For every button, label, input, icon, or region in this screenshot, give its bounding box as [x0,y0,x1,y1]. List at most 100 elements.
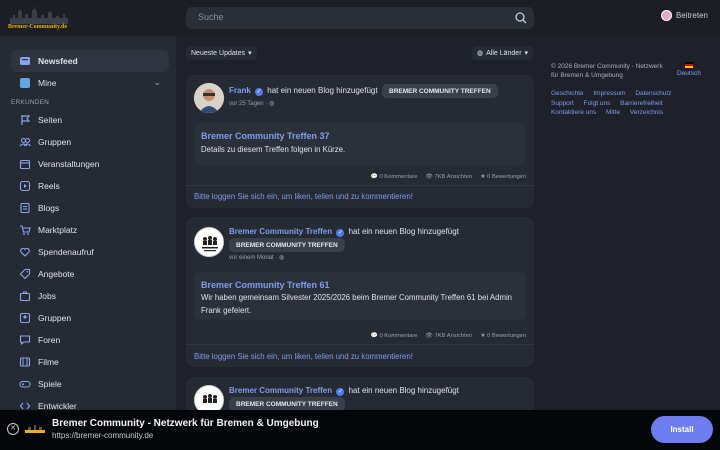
reel-icon [19,180,31,192]
sidebar-item-label: Angebote [38,269,75,279]
search-bar[interactable]: Suche [186,7,534,29]
ratings-stat: ★ 0 Bewertungen [480,333,526,339]
footer-link[interactable]: Datenschutz [635,89,671,99]
footer-link[interactable]: Geschichte [551,89,584,99]
globe-icon: ◍ [268,101,275,107]
group-logo-icon [195,228,223,256]
sidebar-item-label: Veranstaltungen [38,159,100,169]
sidebar-item-label: Marktplatz [38,225,78,235]
comments-count: 0 Kommentare [379,333,418,339]
sidebar-item-label: Mine [38,78,57,88]
category-tag[interactable]: BREMER COMMUNITY TREFFEN [229,238,345,252]
sidebar-item-entwickler[interactable]: Entwickler [11,395,169,410]
category-tag[interactable]: BREMER COMMUNITY TREFFEN [382,84,498,98]
post-stats: 💬 0 Kommentare 👁 7KB Ansichten ★ 0 Bewer… [371,174,526,180]
sidebar-item-foren[interactable]: Foren [11,329,169,351]
author-name[interactable]: Bremer Community Treffen [229,386,332,395]
footer-link[interactable]: Mitte [606,108,620,118]
sidebar-item-blogs[interactable]: Blogs [11,197,169,219]
sidebar-item-angebote[interactable]: Angebote [11,263,169,285]
sidebar-item-filme[interactable]: Filme [11,351,169,373]
views-stat: 👁 7KB Ansichten [425,174,473,180]
user-avatar-icon [660,10,672,21]
ratings-count: 0 Bewertungen [487,174,526,180]
author-avatar[interactable] [194,83,224,113]
german-flag-icon [684,62,693,68]
post-card: Frank ✓ hat ein neuen Blog hinzugefügt B… [186,75,534,208]
install-button[interactable]: Install [651,416,713,443]
install-banner: ✕ Bremer Community - Netzwerk für Bremen… [0,410,720,450]
sort-label: Neueste Updates [191,49,246,57]
sidebar-item-gruppen[interactable]: Gruppen [11,307,169,329]
sidebar-item-label: Spiele [38,379,62,389]
sort-dropdown[interactable]: Neueste Updates ▾ [186,46,257,60]
post-time-text: vor einem Monat [229,255,274,261]
sidebar-item-mine[interactable]: Mine ⌄ [11,72,169,94]
footer-link[interactable]: Barrierefreiheit [620,99,663,109]
category-tag[interactable]: BREMER COMMUNITY TREFFEN [229,397,345,411]
verified-icon: ✓ [255,88,264,96]
offer-icon [19,268,31,280]
login-prompt[interactable]: Bitte loggen Sie sich ein, um liken, tei… [194,352,413,361]
footer-link[interactable]: Support [551,99,574,109]
sidebar-item-reels[interactable]: Reels [11,175,169,197]
login-prompt[interactable]: Bitte loggen Sie sich ein, um liken, tei… [194,192,413,201]
sidebar-item-marktplatz[interactable]: Marktplatz [11,219,169,241]
users-icon [19,137,31,147]
mine-icon [20,78,30,88]
language-selector[interactable]: Deutsch [677,62,701,78]
post-header: Bremer Community Treffen ✓ hat ein neuen… [229,227,459,237]
sidebar-item-veranstaltungen[interactable]: Veranstaltungen [11,153,169,175]
chevron-down-icon[interactable]: ⌄ [153,77,161,88]
post-card: Bremer Community Treffen ✓ hat ein neuen… [186,217,534,367]
sidebar-item-gruppen[interactable]: Gruppen [11,131,169,153]
close-icon[interactable]: ✕ [7,423,19,435]
banner-url: https://bremer-community.de [52,431,154,440]
verified-icon: ✓ [336,229,345,237]
search-placeholder: Suche [198,12,224,22]
footer-link[interactable]: Verzeichnis [630,108,663,118]
skyline-logo-icon [10,7,68,24]
country-dropdown[interactable]: ◍ Alle Länder ▾ [472,46,534,60]
footer-links: Geschichte Impressum Datenschutz Support… [551,89,711,118]
section-label-explore: ERKUNDEN [11,99,50,106]
post-time: vor einem Monat · ◍ [229,255,285,261]
film-icon [19,357,31,367]
sidebar-item-seiten[interactable]: Seiten [11,109,169,131]
ratings-stat: ★ 0 Bewertungen [480,174,526,180]
newsfeed-icon [20,57,30,65]
author-name[interactable]: Bremer Community Treffen [229,227,332,236]
post-action: hat ein neuen Blog hinzugefügt [348,386,459,395]
footer-link[interactable]: Folgt uns [584,99,611,109]
globe-icon: ◍ [477,50,484,57]
sidebar-item-label: Gruppen [38,137,72,147]
author-name[interactable]: Frank [229,86,251,95]
site-logo[interactable]: Bremer-Community.de [8,6,70,30]
post-header: Frank ✓ hat ein neuen Blog hinzugefügt [229,86,378,96]
verified-icon: ✓ [336,388,345,396]
blog-title[interactable]: Bremer Community Treffen 37 [201,131,330,141]
game-icon [19,380,31,388]
blog-preview[interactable]: Bremer Community Treffen 37 Details zu d… [194,123,526,166]
views-count: 7KB Ansichten [434,174,473,180]
footer-link[interactable]: Impressum [593,89,625,99]
forum-icon [19,335,31,346]
sidebar-item-label: Entwickler [38,401,77,410]
sidebar-item-jobs[interactable]: Jobs [11,285,169,307]
search-icon[interactable] [514,11,528,25]
join-button[interactable]: Beitreten [660,10,708,21]
briefcase-icon [19,291,31,302]
sidebar-item-spendenaufruf[interactable]: Spendenaufruf [11,241,169,263]
blog-preview[interactable]: Bremer Community Treffen 61 Wir haben ge… [194,272,526,320]
cart-icon [20,225,31,235]
sidebar-item-newsfeed[interactable]: Newsfeed [11,50,169,72]
views-count: 7KB Ansichten [434,333,473,339]
footer-link[interactable]: Kontaktiere uns [551,108,596,118]
blog-title[interactable]: Bremer Community Treffen 61 [201,280,330,290]
country-label: Alle Länder [486,49,522,57]
calendar-icon [19,159,31,170]
author-avatar[interactable] [194,227,224,257]
sidebar-item-spiele[interactable]: Spiele [11,373,169,395]
sidebar-item-label: Foren [38,335,61,345]
sidebar-item-label: Gruppen [38,313,72,323]
